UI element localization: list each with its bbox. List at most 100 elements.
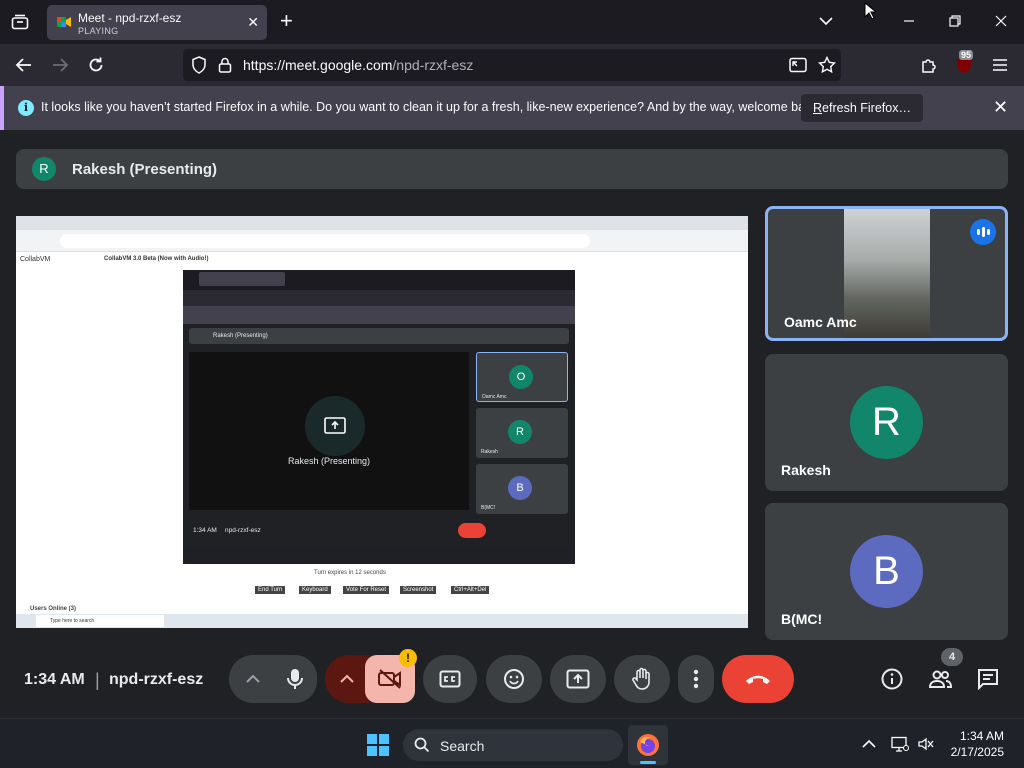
inner-share-area: Rakesh (Presenting) bbox=[189, 352, 469, 510]
captions-icon bbox=[439, 670, 461, 688]
video-options-chevron-up-icon[interactable] bbox=[325, 655, 369, 703]
restore-window-icon[interactable] bbox=[945, 11, 965, 31]
close-window-icon[interactable] bbox=[991, 11, 1011, 31]
shared-browser-nav bbox=[16, 230, 748, 252]
windows-start-icon[interactable] bbox=[367, 734, 389, 756]
participant-avatar: R bbox=[850, 386, 923, 459]
tracking-protection-shield-icon[interactable] bbox=[187, 53, 211, 77]
vm-screenshot: Screenshot bbox=[400, 586, 437, 594]
vm-end-turn: End Turn bbox=[255, 586, 286, 594]
presenter-banner: R Rakesh (Presenting) bbox=[16, 149, 1008, 189]
meet-page: R Rakesh (Presenting) CollabVM CollabVM … bbox=[0, 130, 1024, 718]
collabvm-logo-text: CollabVM bbox=[20, 256, 51, 263]
meeting-time: 1:34 AM bbox=[24, 671, 85, 688]
collabvm-title: CollabVM 3.0 Beta (Now with Audio!) bbox=[104, 256, 209, 262]
vm-ctrl-alt-del: Ctrl+Alt+Del bbox=[451, 586, 490, 594]
refresh-firefox-button[interactable]: Refresh Firefox… bbox=[801, 94, 923, 122]
meeting-details-info-icon[interactable] bbox=[880, 667, 904, 691]
taskbar-firefox-button[interactable] bbox=[628, 725, 668, 765]
tab-title: Meet - npd-rzxf-esz bbox=[78, 11, 182, 25]
shared-address-bar bbox=[60, 234, 590, 248]
reactions-button[interactable] bbox=[486, 655, 542, 703]
inner-presenting-banner: Rakesh (Presenting) bbox=[189, 328, 569, 344]
picture-in-picture-icon[interactable] bbox=[786, 53, 810, 77]
inner-taskbar bbox=[183, 546, 575, 564]
inner-tab-bar bbox=[183, 270, 575, 290]
shared-screen[interactable]: CollabVM CollabVM 3.0 Beta (Now with Aud… bbox=[16, 216, 748, 628]
address-bar[interactable]: https://meet.google.com/npd-rzxf-esz bbox=[183, 49, 841, 81]
people-icon[interactable] bbox=[928, 667, 952, 691]
shared-taskbar-search: Type here to search bbox=[36, 615, 164, 627]
shared-windows-taskbar: Type here to search bbox=[16, 614, 748, 628]
url-path: /npd-rzxf-esz bbox=[392, 57, 474, 73]
participant-avatar: B bbox=[850, 535, 923, 608]
inner-tile-1: O Oamc Amc bbox=[476, 352, 568, 402]
participant-name: B(MC! bbox=[781, 611, 823, 627]
present-screen-button[interactable] bbox=[550, 655, 606, 703]
tab-playing-status: PLAYING bbox=[78, 26, 119, 36]
raise-hand-button[interactable] bbox=[614, 655, 670, 703]
camera-warning-badge: ! bbox=[399, 649, 417, 667]
shared-vm-controls: Turn expires in 12 seconds End Turn Keyb… bbox=[16, 566, 748, 616]
inner-tile-3-name: B(MC! bbox=[481, 505, 496, 511]
inner-tile-1-avatar: O bbox=[509, 365, 533, 389]
raise-hand-icon bbox=[632, 667, 650, 690]
hamburger-menu-icon[interactable] bbox=[988, 53, 1012, 77]
presenter-label: Rakesh (Presenting) bbox=[72, 161, 218, 178]
meeting-info-separator: | bbox=[95, 670, 100, 690]
turn-expiry-text: Turn expires in 12 seconds bbox=[314, 570, 386, 576]
leave-call-button[interactable] bbox=[722, 655, 794, 703]
lock-icon[interactable] bbox=[213, 53, 237, 77]
participant-tile-bmc[interactable]: B B(MC! bbox=[765, 503, 1008, 640]
back-arrow-icon[interactable] bbox=[12, 53, 36, 77]
refresh-accesskey: R bbox=[813, 101, 823, 115]
forward-arrow-icon[interactable] bbox=[48, 53, 72, 77]
taskbar-date: 2/17/2025 bbox=[950, 745, 1004, 759]
audio-options-chevron-up-icon[interactable] bbox=[243, 669, 263, 689]
mouse-cursor-icon bbox=[860, 1, 880, 21]
presenter-avatar: R bbox=[32, 157, 56, 181]
close-notification-icon[interactable]: ✕ bbox=[993, 98, 1008, 116]
new-tab-icon[interactable]: + bbox=[280, 10, 293, 32]
microphone-icon bbox=[287, 669, 303, 689]
search-icon bbox=[414, 737, 430, 758]
vm-keyboard: Keyboard bbox=[299, 586, 331, 594]
captions-button[interactable] bbox=[423, 655, 477, 703]
more-options-button[interactable] bbox=[678, 655, 714, 703]
minimize-window-icon[interactable] bbox=[899, 11, 919, 31]
inner-code: npd-rzxf-esz bbox=[225, 527, 261, 534]
taskbar-clock[interactable]: 1:34 AM 2/17/2025 bbox=[940, 728, 1004, 760]
emoji-icon bbox=[504, 669, 524, 689]
participant-tile-oamc[interactable]: Oamc Amc bbox=[765, 206, 1008, 341]
camera-off-icon bbox=[378, 669, 401, 689]
browser-tab-bar: Meet - npd-rzxf-esz PLAYING ✕ + bbox=[0, 0, 1024, 44]
browser-tab-meet[interactable]: Meet - npd-rzxf-esz PLAYING ✕ bbox=[47, 5, 267, 40]
present-screen-icon bbox=[566, 669, 590, 689]
inner-presenting-label: Rakesh (Presenting) bbox=[287, 456, 371, 466]
inner-time: 1:34 AM bbox=[193, 527, 217, 534]
inner-tile-3-avatar: B bbox=[508, 476, 532, 500]
extensions-puzzle-icon[interactable] bbox=[917, 53, 941, 77]
tray-chevron-up-icon[interactable] bbox=[860, 735, 878, 753]
close-tab-icon[interactable]: ✕ bbox=[247, 14, 259, 31]
taskbar-search-box[interactable]: Search bbox=[403, 729, 623, 761]
navigation-toolbar: https://meet.google.com/npd-rzxf-esz bbox=[0, 44, 1024, 86]
shared-inner-meet-window: Rakesh (Presenting) Rakesh (Presenting) … bbox=[183, 270, 575, 564]
speaking-indicator-icon bbox=[970, 219, 996, 245]
running-indicator bbox=[640, 761, 656, 764]
extension-badge-count: 95 bbox=[959, 50, 974, 60]
participant-tile-rakesh[interactable]: R Rakesh bbox=[765, 354, 1008, 491]
inner-tab bbox=[199, 272, 285, 286]
reload-icon[interactable] bbox=[84, 53, 108, 77]
more-vert-icon bbox=[693, 669, 699, 689]
list-all-tabs-icon[interactable] bbox=[8, 10, 32, 34]
chat-icon[interactable] bbox=[976, 667, 1000, 691]
microphone-button[interactable] bbox=[273, 655, 317, 703]
volume-muted-icon[interactable] bbox=[917, 735, 935, 753]
tab-overflow-chevron-icon[interactable] bbox=[816, 11, 836, 31]
taskbar-time: 1:34 AM bbox=[959, 729, 1004, 743]
vm-vote-reset: Vote For Reset bbox=[343, 586, 390, 594]
shared-app-header: CollabVM CollabVM 3.0 Beta (Now with Aud… bbox=[16, 252, 748, 266]
network-icon[interactable] bbox=[891, 735, 909, 753]
bookmark-star-icon[interactable] bbox=[815, 53, 839, 77]
